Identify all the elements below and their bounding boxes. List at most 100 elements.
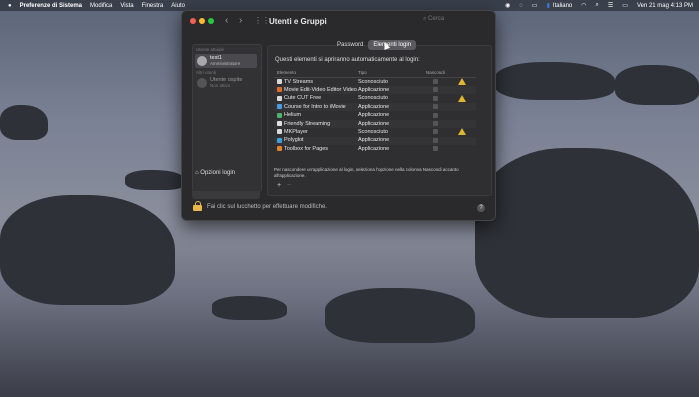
hide-checkbox[interactable] — [433, 104, 438, 110]
language-label[interactable]: Italiano — [553, 3, 572, 9]
other-users-header: Altri utenti — [196, 70, 217, 75]
rock-center — [325, 288, 475, 343]
table-row[interactable]: Cute CUT Free Sconosciuto — [274, 94, 476, 103]
avatar — [197, 56, 207, 66]
control-center-icon[interactable]: ☰ — [608, 2, 613, 9]
hide-checkbox[interactable] — [433, 79, 438, 84]
hide-checkbox[interactable] — [433, 112, 438, 118]
current-users-header: Utente attuale — [196, 47, 225, 52]
table-row[interactable]: Toolbox for Pages Applicazione — [274, 145, 476, 153]
hide-checkbox[interactable] — [433, 137, 438, 143]
hide-checkbox[interactable] — [433, 129, 438, 135]
header-type[interactable]: Tipo — [358, 70, 367, 75]
guest-role: Non attivo — [210, 83, 231, 88]
rock-right-top — [495, 62, 615, 100]
item-name: MKPlayer — [284, 128, 308, 135]
warning-icon — [458, 94, 466, 102]
menu-bar-status: ◉ ◌ ▭ ▮ Italiano ◠ ⌕ ☰ ▭ Ven 21 mag 4:13… — [505, 0, 693, 11]
grid-view-icon[interactable]: ⋮⋮ — [254, 16, 270, 25]
status-circle-icon[interactable]: ◌ — [519, 3, 523, 9]
user-item-test1[interactable]: test1 Amministratore — [195, 54, 257, 68]
header-item[interactable]: Elemento — [277, 70, 296, 75]
lock-body — [193, 205, 202, 211]
item-type: Applicazione — [358, 112, 390, 119]
search-placeholder: Cerca — [428, 16, 445, 22]
rock-far-right — [615, 65, 699, 105]
help-button[interactable]: ? — [477, 204, 485, 212]
search-icon[interactable]: ⌕ — [596, 2, 599, 9]
tab-login-items[interactable]: Elementi login — [368, 40, 417, 50]
language-flag-icon[interactable]: ▮ — [547, 2, 550, 9]
warning-icon — [458, 78, 466, 85]
wifi-icon[interactable]: ◠ — [581, 2, 586, 9]
user-item-guest[interactable]: Utente ospite Non attivo — [195, 76, 257, 90]
status-app-icon[interactable]: ◉ — [505, 2, 510, 9]
sidebar-add-remove-bar — [192, 191, 260, 199]
item-type: Sconosciuto — [358, 78, 388, 85]
menu-modifica[interactable]: Modifica — [90, 3, 112, 9]
battery-icon[interactable]: ▭ — [622, 2, 628, 9]
item-type: Applicazione — [358, 120, 390, 127]
forward-chevron-icon[interactable]: › — [239, 15, 242, 26]
app-icon — [277, 87, 282, 93]
back-chevron-icon[interactable]: ‹ — [225, 15, 228, 26]
hide-checkbox[interactable] — [433, 95, 438, 101]
hide-checkbox[interactable] — [433, 121, 438, 126]
hide-checkbox[interactable] — [433, 87, 438, 93]
title-bar: ‹ › ⋮⋮ Utenti e Gruppi ⌕ Cerca — [182, 11, 495, 32]
login-options-button[interactable]: ⌂ Opzioni login — [195, 170, 257, 180]
users-groups-window: ‹ › ⋮⋮ Utenti e Gruppi ⌕ Cerca Utente at… — [181, 10, 496, 221]
item-name: Helium — [284, 112, 302, 119]
rock-small-center — [212, 296, 287, 320]
app-icon — [277, 95, 282, 101]
zoom-button[interactable] — [208, 18, 214, 24]
add-button[interactable]: + — [274, 182, 284, 190]
menu-aiuto[interactable]: Aiuto — [171, 3, 185, 9]
app-icon — [277, 146, 282, 152]
apple-menu-icon[interactable]: ● — [8, 3, 12, 9]
tab-password[interactable]: Password — [332, 40, 368, 50]
rock-left — [0, 105, 48, 140]
lock-icon[interactable] — [193, 201, 202, 211]
minimize-button[interactable] — [199, 18, 205, 24]
clock[interactable]: Ven 21 mag 4:13 PM — [637, 3, 693, 9]
status-battery-small-icon[interactable]: ▭ — [532, 2, 538, 9]
app-icon — [277, 112, 282, 118]
app-icon — [277, 79, 282, 84]
item-name: TV Streams — [284, 78, 314, 85]
header-hide[interactable]: Nascondi — [426, 70, 445, 75]
table-row[interactable]: Helium Applicazione — [274, 112, 476, 120]
item-type: Applicazione — [358, 137, 390, 144]
table-row[interactable]: Movie Edit-Video Editor Video Applicazion… — [274, 86, 476, 95]
window-title: Utenti e Gruppi — [269, 17, 327, 26]
remove-button[interactable]: − — [284, 182, 294, 190]
add-remove-control: + − — [274, 182, 294, 190]
login-options-label: Opzioni login — [200, 170, 235, 176]
rock-right-large — [475, 148, 699, 318]
item-name: Friendly Streaming — [284, 120, 331, 127]
menu-vista[interactable]: Vista — [120, 3, 133, 9]
close-button[interactable] — [190, 18, 196, 24]
item-name: Polyglot — [284, 137, 304, 144]
item-type: Applicazione — [358, 145, 390, 152]
rock-bottom-left — [0, 195, 175, 305]
login-items-panel: Questi elementi si apriranno automaticam… — [267, 45, 492, 196]
table-row[interactable]: Course for Intro to iMovie Applicazione — [274, 103, 476, 112]
table-row[interactable]: Polyglot Applicazione — [274, 136, 476, 145]
app-icon — [277, 129, 282, 135]
rock-mid-left — [125, 170, 185, 190]
hide-hint: Per nascondere un'applicazione al login,… — [274, 167, 459, 178]
item-type: Applicazione — [358, 103, 390, 110]
menu-app-name[interactable]: Preferenze di Sistema — [20, 3, 82, 9]
table-row[interactable]: TV Streams Sconosciuto — [274, 78, 476, 86]
table-row[interactable]: MKPlayer Sconosciuto — [274, 128, 476, 136]
search-field[interactable]: ⌕ Cerca — [423, 16, 485, 26]
tab-control: Password Elementi login — [332, 40, 417, 50]
table-row[interactable]: Friendly Streaming Applicazione — [274, 120, 476, 128]
item-type: Sconosciuto — [358, 95, 388, 102]
user-role: Amministratore — [210, 61, 241, 66]
item-name: Course for Intro to iMovie — [284, 103, 346, 110]
menu-finestra[interactable]: Finestra — [142, 3, 164, 9]
users-sidebar: Utente attuale test1 Amministratore Altr… — [192, 44, 262, 192]
hide-checkbox[interactable] — [433, 146, 438, 152]
